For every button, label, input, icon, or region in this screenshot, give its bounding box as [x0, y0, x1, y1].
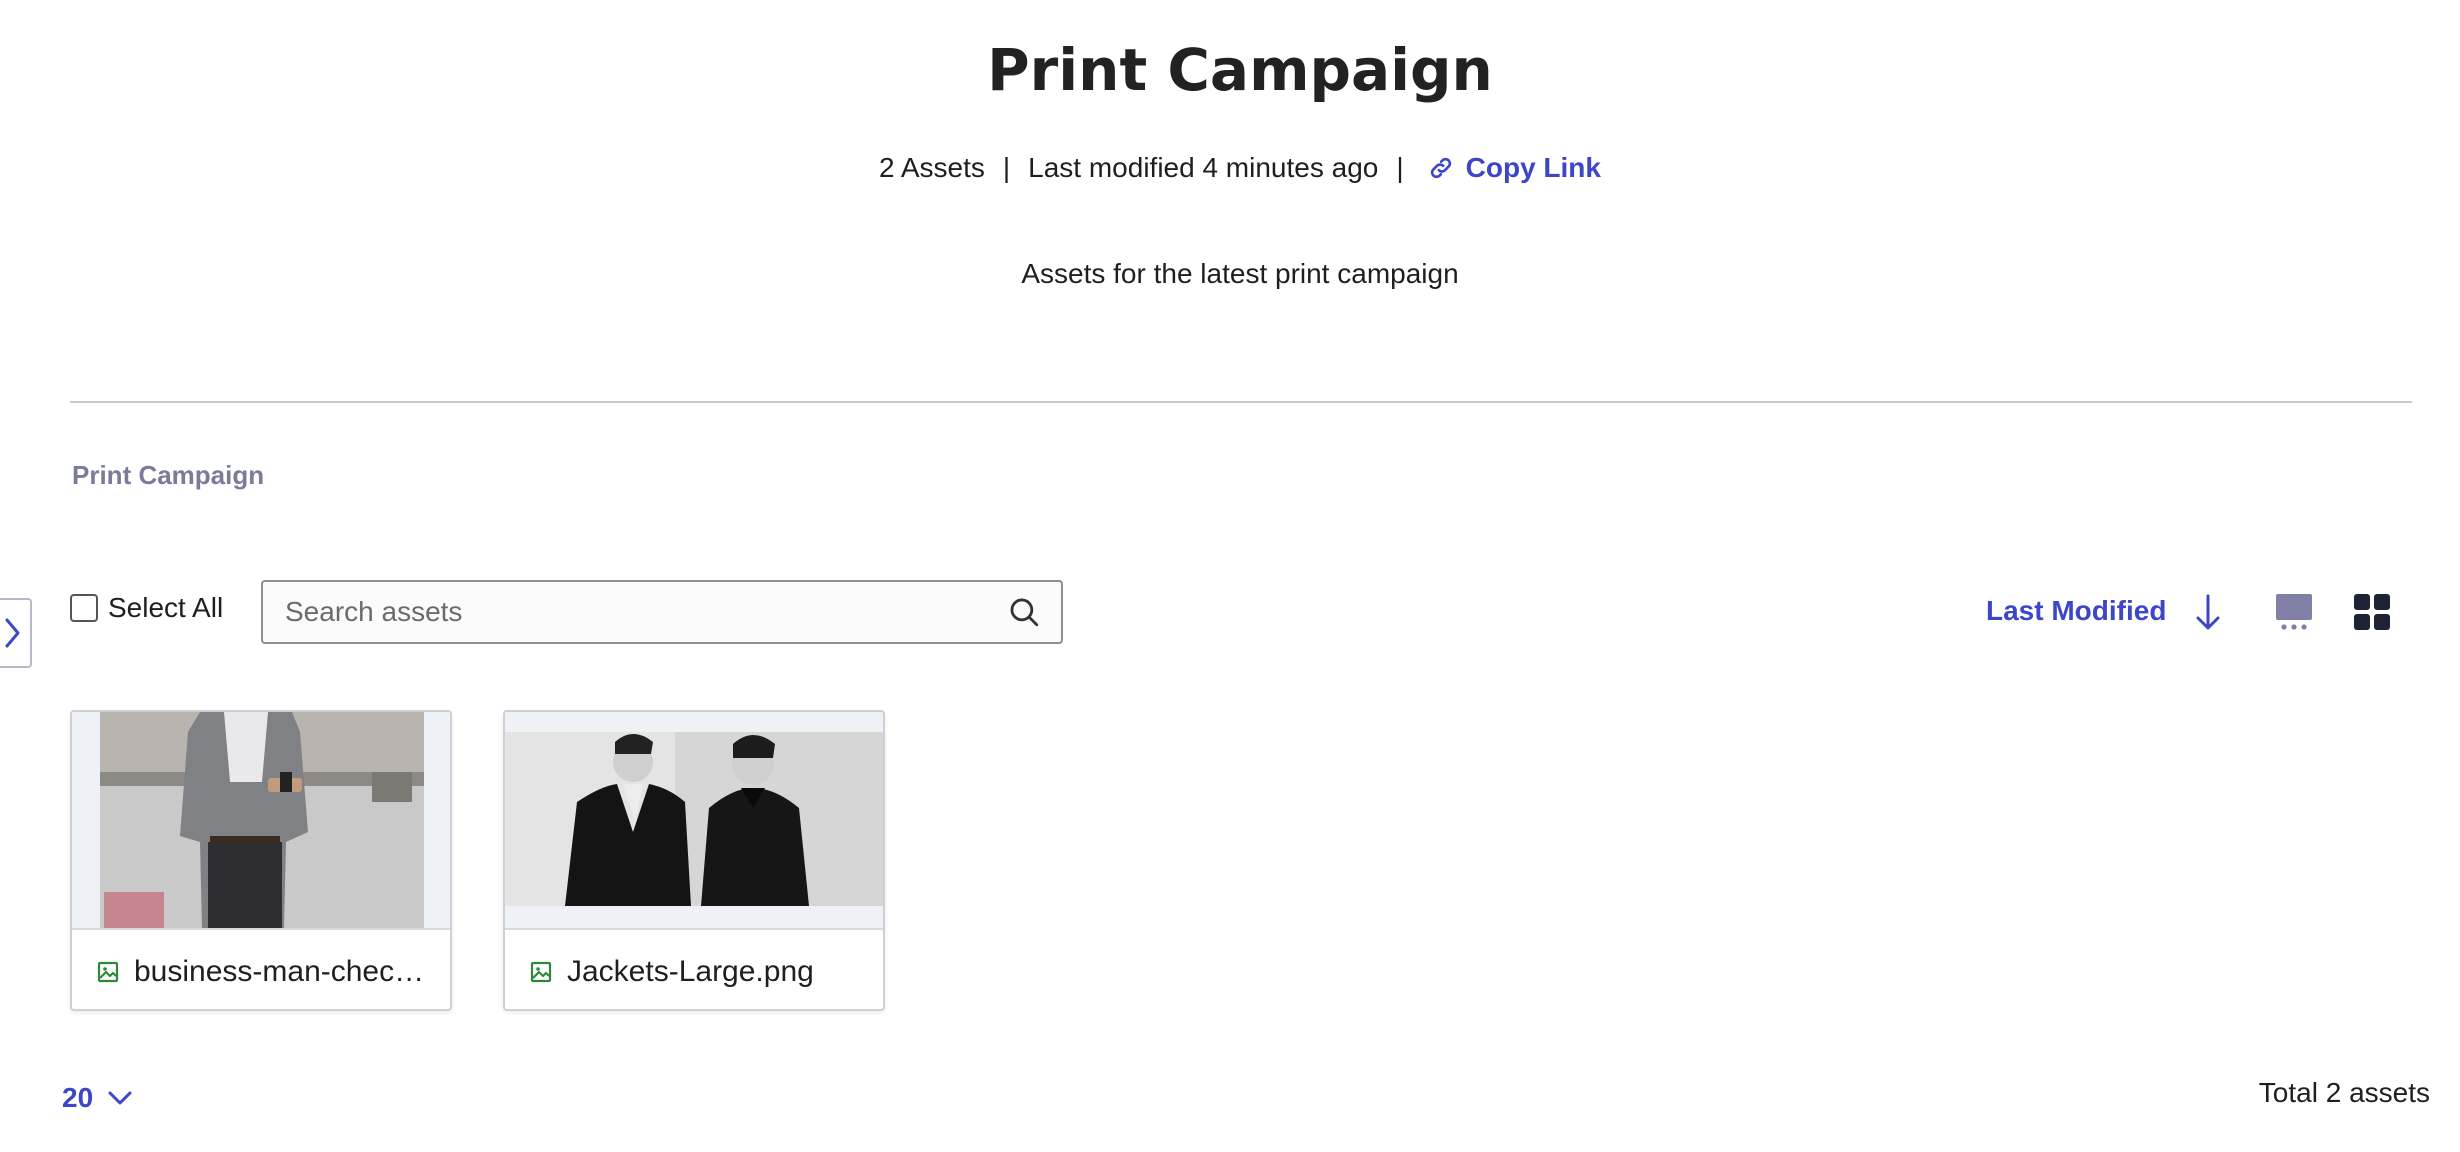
asset-label[interactable]: business-man-checks...: [72, 930, 450, 1009]
asset-count: 2 Assets: [879, 152, 985, 183]
copy-link-label: Copy Link: [1465, 152, 1601, 183]
page-title: Print Campaign: [987, 36, 1493, 104]
arrow-down-icon: [2196, 594, 2220, 630]
sort-direction-button[interactable]: [2192, 592, 2224, 639]
divider: [70, 401, 2412, 403]
grid-view-button[interactable]: [2352, 592, 2392, 637]
search-input[interactable]: [283, 595, 1007, 629]
checkbox[interactable]: [70, 594, 98, 622]
sidebar-expand-button[interactable]: [0, 598, 32, 668]
business-man-image: [100, 712, 424, 928]
meta-separator: |: [1396, 152, 1404, 183]
meta-separator: |: [1002, 152, 1011, 183]
asset-card[interactable]: business-man-checks...: [70, 710, 452, 1011]
page-size-value: 20: [62, 1082, 94, 1113]
carousel-view-icon: [2276, 594, 2312, 630]
collection-meta: 2 Assets | Last modified 4 minutes ago |…: [0, 152, 2460, 184]
breadcrumb[interactable]: Print Campaign: [72, 460, 264, 491]
link-icon: [1430, 157, 1451, 179]
chevron-down-icon: [108, 1091, 132, 1105]
sort-dropdown[interactable]: Last Modified: [1986, 595, 2166, 627]
asset-card[interactable]: Jackets-Large.png: [503, 710, 885, 1011]
search-field[interactable]: [261, 580, 1063, 644]
grid-view-icon: [2354, 594, 2390, 630]
asset-name: business-man-checks...: [134, 954, 426, 988]
total-assets: Total 2 assets: [2258, 1077, 2430, 1108]
image-icon: [97, 961, 119, 982]
last-modified: Last modified 4 minutes ago: [1028, 152, 1379, 183]
select-all-checkbox[interactable]: Select All: [70, 592, 223, 624]
select-all-label: Select All: [108, 592, 224, 623]
asset-name: Jackets-Large.png: [567, 954, 814, 988]
carousel-view-button[interactable]: [2274, 592, 2314, 637]
asset-thumbnail[interactable]: [72, 712, 450, 930]
search-icon[interactable]: [1007, 595, 1041, 629]
asset-thumbnail[interactable]: [505, 712, 883, 930]
asset-label[interactable]: Jackets-Large.png: [505, 930, 883, 1009]
chevron-right-icon: [5, 618, 20, 648]
collection-description: Assets for the latest print campaign: [1021, 258, 1459, 289]
jackets-image: [505, 712, 883, 928]
copy-link-button[interactable]: Copy Link: [1428, 152, 1601, 184]
page-size-select[interactable]: 20: [62, 1082, 133, 1114]
image-icon: [530, 961, 552, 982]
